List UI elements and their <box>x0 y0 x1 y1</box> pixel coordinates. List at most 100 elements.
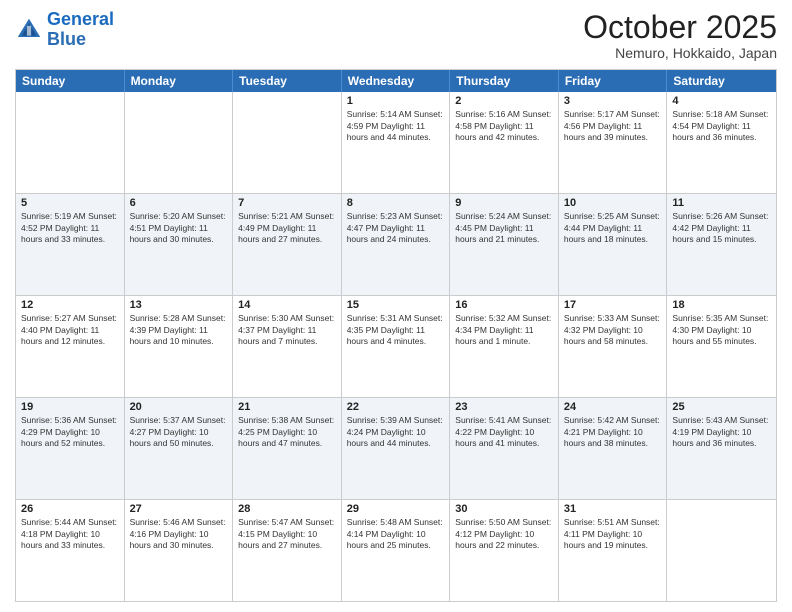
day-info: Sunrise: 5:44 AM Sunset: 4:18 PM Dayligh… <box>21 517 119 551</box>
day-info: Sunrise: 5:25 AM Sunset: 4:44 PM Dayligh… <box>564 211 662 245</box>
day-cell-14: 14Sunrise: 5:30 AM Sunset: 4:37 PM Dayli… <box>233 296 342 397</box>
day-info: Sunrise: 5:16 AM Sunset: 4:58 PM Dayligh… <box>455 109 553 143</box>
weekday-header-thursday: Thursday <box>450 70 559 92</box>
day-number: 19 <box>21 401 119 413</box>
logo: General Blue <box>15 10 114 50</box>
day-info: Sunrise: 5:20 AM Sunset: 4:51 PM Dayligh… <box>130 211 228 245</box>
day-cell-17: 17 Sunrise: 5:33 AM Sunset: 4:32 PM Dayli… <box>559 296 668 397</box>
day-number: 15 <box>347 299 445 311</box>
day-cell-4: 4Sunrise: 5:18 AM Sunset: 4:54 PM Daylig… <box>667 92 776 193</box>
day-number: 20 <box>130 401 228 413</box>
logo-text: General Blue <box>47 10 114 50</box>
header: General Blue October 2025 Nemuro, Hokkai… <box>15 10 777 61</box>
day-number: 1 <box>347 95 445 107</box>
day-number: 26 <box>21 503 119 515</box>
day-info: Sunrise: 5:41 AM Sunset: 4:22 PM Dayligh… <box>455 415 553 449</box>
day-cell-18: 18Sunrise: 5:35 AM Sunset: 4:30 PM Dayli… <box>667 296 776 397</box>
day-cell-3: 3Sunrise: 5:17 AM Sunset: 4:56 PM Daylig… <box>559 92 668 193</box>
day-info: Sunrise: 5:36 AM Sunset: 4:29 PM Dayligh… <box>21 415 119 449</box>
day-number: 16 <box>455 299 553 311</box>
day-info: Sunrise: 5:24 AM Sunset: 4:45 PM Dayligh… <box>455 211 553 245</box>
logo-line2: Blue <box>47 29 86 49</box>
day-number: 18 <box>672 299 771 311</box>
day-cell-2: 2 Sunrise: 5:16 AM Sunset: 4:58 PM Daylig… <box>450 92 559 193</box>
day-number: 29 <box>347 503 445 515</box>
day-info: Sunrise: 5:21 AM Sunset: 4:49 PM Dayligh… <box>238 211 336 245</box>
day-cell-24: 24 Sunrise: 5:42 AM Sunset: 4:21 PM Dayli… <box>559 398 668 499</box>
day-info: Sunrise: 5:17 AM Sunset: 4:56 PM Dayligh… <box>564 109 662 143</box>
day-info: Sunrise: 5:27 AM Sunset: 4:40 PM Dayligh… <box>21 313 119 347</box>
day-info: Sunrise: 5:38 AM Sunset: 4:25 PM Dayligh… <box>238 415 336 449</box>
day-cell-empty-4-6 <box>667 500 776 601</box>
page: General Blue October 2025 Nemuro, Hokkai… <box>0 0 792 612</box>
day-number: 22 <box>347 401 445 413</box>
day-number: 25 <box>672 401 771 413</box>
day-info: Sunrise: 5:39 AM Sunset: 4:24 PM Dayligh… <box>347 415 445 449</box>
day-info: Sunrise: 5:26 AM Sunset: 4:42 PM Dayligh… <box>672 211 771 245</box>
day-info: Sunrise: 5:30 AM Sunset: 4:37 PM Dayligh… <box>238 313 336 347</box>
day-info: Sunrise: 5:47 AM Sunset: 4:15 PM Dayligh… <box>238 517 336 551</box>
day-info: Sunrise: 5:28 AM Sunset: 4:39 PM Dayligh… <box>130 313 228 347</box>
day-cell-22: 22 Sunrise: 5:39 AM Sunset: 4:24 PM Dayli… <box>342 398 451 499</box>
day-cell-empty-0-1 <box>125 92 234 193</box>
weekday-header-sunday: Sunday <box>16 70 125 92</box>
day-info: Sunrise: 5:50 AM Sunset: 4:12 PM Dayligh… <box>455 517 553 551</box>
day-info: Sunrise: 5:42 AM Sunset: 4:21 PM Dayligh… <box>564 415 662 449</box>
title-block: October 2025 Nemuro, Hokkaido, Japan <box>583 10 777 61</box>
day-number: 31 <box>564 503 662 515</box>
calendar-row-3: 19 Sunrise: 5:36 AM Sunset: 4:29 PM Dayli… <box>16 397 776 499</box>
day-cell-25: 25 Sunrise: 5:43 AM Sunset: 4:19 PM Dayli… <box>667 398 776 499</box>
calendar-row-4: 26 Sunrise: 5:44 AM Sunset: 4:18 PM Dayli… <box>16 499 776 601</box>
day-info: Sunrise: 5:43 AM Sunset: 4:19 PM Dayligh… <box>672 415 771 449</box>
day-cell-1: 1Sunrise: 5:14 AM Sunset: 4:59 PM Daylig… <box>342 92 451 193</box>
day-cell-6: 6 Sunrise: 5:20 AM Sunset: 4:51 PM Daylig… <box>125 194 234 295</box>
day-number: 11 <box>672 197 771 209</box>
day-cell-empty-0-2 <box>233 92 342 193</box>
day-number: 17 <box>564 299 662 311</box>
day-cell-21: 21Sunrise: 5:38 AM Sunset: 4:25 PM Dayli… <box>233 398 342 499</box>
day-info: Sunrise: 5:18 AM Sunset: 4:54 PM Dayligh… <box>672 109 771 143</box>
calendar-row-1: 5 Sunrise: 5:19 AM Sunset: 4:52 PM Daylig… <box>16 193 776 295</box>
day-info: Sunrise: 5:46 AM Sunset: 4:16 PM Dayligh… <box>130 517 228 551</box>
calendar-header: SundayMondayTuesdayWednesdayThursdayFrid… <box>16 70 776 92</box>
day-cell-27: 27Sunrise: 5:46 AM Sunset: 4:16 PM Dayli… <box>125 500 234 601</box>
day-info: Sunrise: 5:23 AM Sunset: 4:47 PM Dayligh… <box>347 211 445 245</box>
day-number: 7 <box>238 197 336 209</box>
day-number: 13 <box>130 299 228 311</box>
day-number: 24 <box>564 401 662 413</box>
day-number: 12 <box>21 299 119 311</box>
weekday-header-saturday: Saturday <box>667 70 776 92</box>
weekday-header-wednesday: Wednesday <box>342 70 451 92</box>
day-cell-13: 13 Sunrise: 5:28 AM Sunset: 4:39 PM Dayli… <box>125 296 234 397</box>
day-cell-16: 16Sunrise: 5:32 AM Sunset: 4:34 PM Dayli… <box>450 296 559 397</box>
day-number: 2 <box>455 95 553 107</box>
day-cell-10: 10 Sunrise: 5:25 AM Sunset: 4:44 PM Dayli… <box>559 194 668 295</box>
logo-line1: General <box>47 9 114 29</box>
day-cell-15: 15 Sunrise: 5:31 AM Sunset: 4:35 PM Dayli… <box>342 296 451 397</box>
day-cell-empty-0-0 <box>16 92 125 193</box>
day-number: 5 <box>21 197 119 209</box>
day-number: 6 <box>130 197 228 209</box>
calendar: SundayMondayTuesdayWednesdayThursdayFrid… <box>15 69 777 602</box>
day-cell-12: 12 Sunrise: 5:27 AM Sunset: 4:40 PM Dayli… <box>16 296 125 397</box>
calendar-row-0: 1Sunrise: 5:14 AM Sunset: 4:59 PM Daylig… <box>16 92 776 193</box>
day-info: Sunrise: 5:31 AM Sunset: 4:35 PM Dayligh… <box>347 313 445 347</box>
day-number: 28 <box>238 503 336 515</box>
day-cell-8: 8 Sunrise: 5:23 AM Sunset: 4:47 PM Daylig… <box>342 194 451 295</box>
month-title: October 2025 <box>583 10 777 45</box>
day-info: Sunrise: 5:37 AM Sunset: 4:27 PM Dayligh… <box>130 415 228 449</box>
day-info: Sunrise: 5:33 AM Sunset: 4:32 PM Dayligh… <box>564 313 662 347</box>
day-cell-20: 20 Sunrise: 5:37 AM Sunset: 4:27 PM Dayli… <box>125 398 234 499</box>
logo-icon <box>15 16 43 44</box>
day-number: 8 <box>347 197 445 209</box>
weekday-header-tuesday: Tuesday <box>233 70 342 92</box>
weekday-header-friday: Friday <box>559 70 668 92</box>
location: Nemuro, Hokkaido, Japan <box>583 45 777 61</box>
day-cell-31: 31Sunrise: 5:51 AM Sunset: 4:11 PM Dayli… <box>559 500 668 601</box>
day-info: Sunrise: 5:19 AM Sunset: 4:52 PM Dayligh… <box>21 211 119 245</box>
weekday-header-monday: Monday <box>125 70 234 92</box>
day-number: 10 <box>564 197 662 209</box>
day-number: 23 <box>455 401 553 413</box>
day-cell-28: 28 Sunrise: 5:47 AM Sunset: 4:15 PM Dayli… <box>233 500 342 601</box>
day-cell-29: 29Sunrise: 5:48 AM Sunset: 4:14 PM Dayli… <box>342 500 451 601</box>
